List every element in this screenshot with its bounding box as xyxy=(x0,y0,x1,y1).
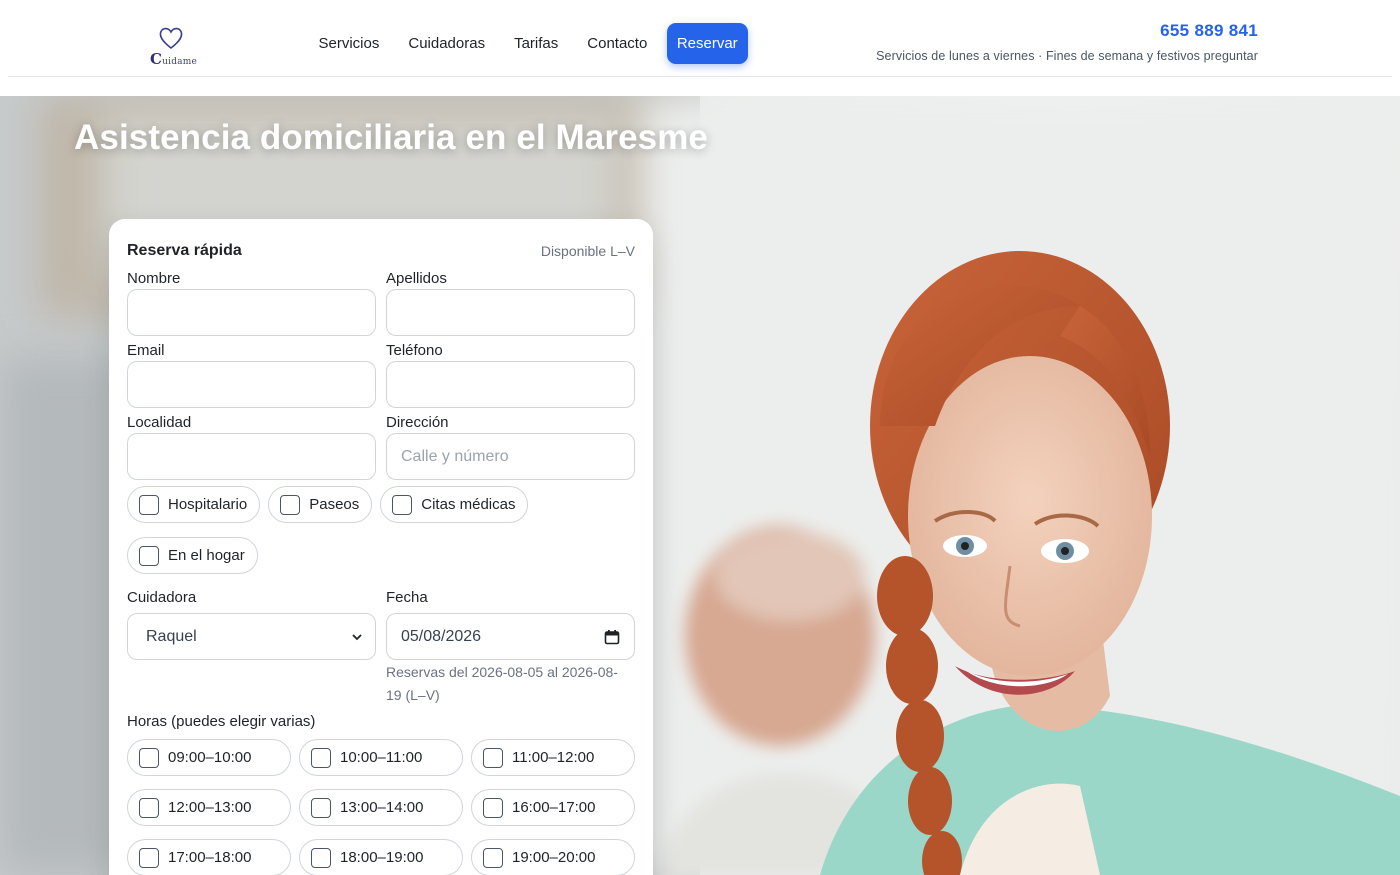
fecha-label: Fecha xyxy=(386,589,428,606)
hour-slots: 09:00–10:00 10:00–11:00 11:00–12:00 12:0… xyxy=(127,739,635,875)
fecha-help: Reservas del 2026-08-05 al 2026-08-19 (L… xyxy=(386,664,618,703)
slot-label: 13:00–14:00 xyxy=(340,799,424,816)
localidad-group: Localidad xyxy=(127,413,376,480)
checkbox[interactable] xyxy=(139,545,159,566)
service-hours-note: Servicios de lunes a viernes · Fines de … xyxy=(876,49,1258,63)
telefono-group: Teléfono xyxy=(386,341,635,408)
slot-label: 09:00–10:00 xyxy=(168,749,252,766)
checkbox[interactable] xyxy=(139,494,159,515)
nav-contacto[interactable]: Contacto xyxy=(573,35,662,52)
fecha-input[interactable]: 05/08/2026 xyxy=(386,613,635,660)
checkbox[interactable] xyxy=(280,494,301,515)
localidad-label: Localidad xyxy=(127,414,192,431)
checkbox[interactable] xyxy=(483,797,503,818)
hero-title: Asistencia domiciliaria en el Maresme xyxy=(74,118,708,157)
localidad-input[interactable] xyxy=(127,433,376,480)
slot-label: 18:00–19:00 xyxy=(340,849,424,866)
service-label: Citas médicas xyxy=(421,496,516,513)
slot-1300[interactable]: 13:00–14:00 xyxy=(299,789,463,826)
calendar-icon[interactable] xyxy=(604,629,620,645)
hours-label: Horas (puedes elegir varias) xyxy=(127,713,316,730)
nav-tarifas[interactable]: Tarifas xyxy=(500,35,573,52)
logo-wordmark: Cuidame xyxy=(150,50,198,68)
site-header: Cuidame Servicios Cuidadoras Tarifas Con… xyxy=(0,0,1400,96)
checkbox[interactable] xyxy=(311,847,331,868)
checkbox[interactable] xyxy=(311,797,331,818)
reservar-button[interactable]: Reservar xyxy=(666,22,748,64)
quick-booking-card: Reserva rápida Disponible L–V Nombre Ape… xyxy=(109,219,653,875)
cuidadora-select[interactable]: Raquel xyxy=(127,613,376,660)
service-hospitalario[interactable]: Hospitalario xyxy=(127,486,261,523)
caregiver-date-row: Cuidadora Raquel Fecha 05/08/2026 Reserv… xyxy=(127,588,635,707)
slot-label: 19:00–20:00 xyxy=(512,849,596,866)
checkbox[interactable] xyxy=(139,847,159,868)
checkbox[interactable] xyxy=(311,747,331,768)
nombre-input[interactable] xyxy=(127,289,376,336)
service-options: Hospitalario Paseos Citas médicas xyxy=(127,486,635,523)
slot-1900[interactable]: 19:00–20:00 xyxy=(471,839,635,875)
direccion-input[interactable] xyxy=(386,433,635,480)
slot-1700[interactable]: 17:00–18:00 xyxy=(127,839,291,875)
service-en-el-hogar[interactable]: En el hogar xyxy=(127,537,258,574)
apellidos-label: Apellidos xyxy=(386,270,447,287)
card-title: Reserva rápida xyxy=(127,242,242,259)
slot-0900[interactable]: 09:00–10:00 xyxy=(127,739,291,776)
card-header: Reserva rápida Disponible L–V xyxy=(127,239,635,263)
slot-label: 16:00–17:00 xyxy=(512,799,596,816)
slot-1200[interactable]: 12:00–13:00 xyxy=(127,789,291,826)
header-divider xyxy=(8,76,1392,77)
service-label: Paseos xyxy=(309,496,360,513)
heart-icon xyxy=(159,27,183,50)
checkbox[interactable] xyxy=(139,797,159,818)
checkbox[interactable] xyxy=(139,747,159,768)
service-label: Hospitalario xyxy=(168,496,248,513)
fecha-value: 05/08/2026 xyxy=(401,627,482,645)
address-row: Localidad Dirección xyxy=(127,413,635,480)
cuidadora-label: Cuidadora xyxy=(127,589,197,606)
nav-servicios[interactable]: Servicios xyxy=(304,35,394,52)
apellidos-group: Apellidos xyxy=(386,269,635,336)
nav-cuidadoras[interactable]: Cuidadoras xyxy=(394,35,500,52)
slot-1100[interactable]: 11:00–12:00 xyxy=(471,739,635,776)
slot-label: 11:00–12:00 xyxy=(512,749,595,766)
email-group: Email xyxy=(127,341,376,408)
slot-label: 10:00–11:00 xyxy=(340,749,423,766)
direccion-label: Dirección xyxy=(386,414,449,431)
service-label: En el hogar xyxy=(168,547,245,564)
slot-1000[interactable]: 10:00–11:00 xyxy=(299,739,463,776)
service-citas-medicas[interactable]: Citas médicas xyxy=(380,486,529,523)
direccion-group: Dirección xyxy=(386,413,635,480)
service-paseos[interactable]: Paseos xyxy=(268,486,373,523)
checkbox[interactable] xyxy=(483,847,503,868)
telefono-input[interactable] xyxy=(386,361,635,408)
slot-1600[interactable]: 16:00–17:00 xyxy=(471,789,635,826)
cuidadora-selected: Raquel xyxy=(146,627,197,645)
cuidadora-group: Cuidadora Raquel xyxy=(127,588,376,707)
email-input[interactable] xyxy=(127,361,376,408)
slot-1800[interactable]: 18:00–19:00 xyxy=(299,839,463,875)
chevron-down-icon xyxy=(352,633,362,640)
service-options-row2: En el hogar xyxy=(127,537,635,574)
name-row: Nombre Apellidos xyxy=(127,269,635,336)
availability-note: Disponible L–V xyxy=(540,243,635,259)
apellidos-input[interactable] xyxy=(386,289,635,336)
slot-label: 17:00–18:00 xyxy=(168,849,252,866)
brand-logo[interactable]: Cuidame xyxy=(148,26,198,68)
main-nav: Servicios Cuidadoras Tarifas Contacto Re… xyxy=(304,22,748,64)
nombre-label: Nombre xyxy=(127,270,181,287)
phone-number[interactable]: 655 889 841 xyxy=(1160,21,1258,41)
nombre-group: Nombre xyxy=(127,269,376,336)
fecha-group: Fecha 05/08/2026 Reservas del 2026-08-05… xyxy=(386,588,635,707)
checkbox[interactable] xyxy=(483,747,503,768)
email-label: Email xyxy=(127,342,165,359)
checkbox[interactable] xyxy=(392,494,413,515)
slot-label: 12:00–13:00 xyxy=(168,799,252,816)
telefono-label: Teléfono xyxy=(386,342,443,359)
contact-row: Email Teléfono xyxy=(127,341,635,408)
